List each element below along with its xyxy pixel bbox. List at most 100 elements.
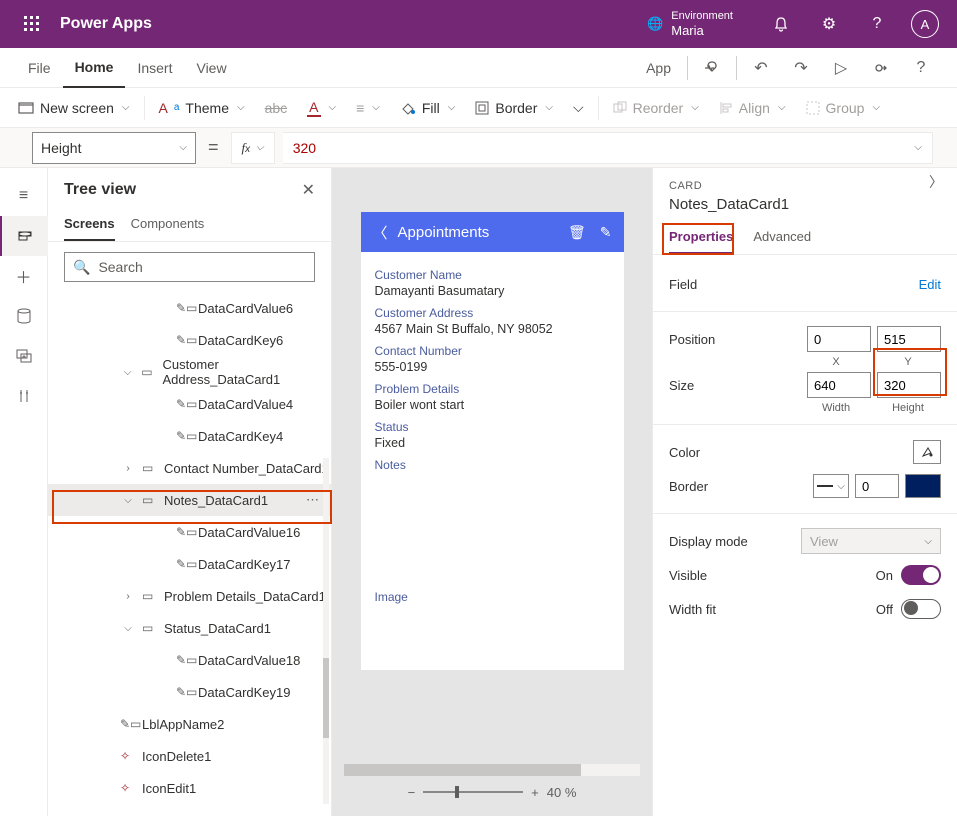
rail-hamburger-icon[interactable]: ≡ [0,176,48,216]
border-width-input[interactable] [855,474,899,498]
size-width-input[interactable] [807,372,871,398]
tree-item-datacardkey6[interactable]: ✎▭DataCardKey6 [48,324,331,356]
zoom-in-button[interactable]: + [531,785,539,800]
visible-label: Visible [669,568,707,583]
widthfit-toggle[interactable] [901,599,941,619]
problem-value: Boiler wont start [375,398,610,412]
position-x-input[interactable] [807,326,871,352]
canvas-preview[interactable]: 〈 Appointments 🗑 ✎ Customer Name Damayan… [361,212,624,670]
formula-input[interactable]: 320⌵ [283,132,933,164]
tree-item-datacardvalue6[interactable]: ✎▭DataCardValue6 [48,292,331,324]
tree-item-lblappname2[interactable]: ✎▭LblAppName2 [48,708,331,740]
back-icon[interactable]: 〈 [373,222,388,243]
display-mode-select[interactable]: View⌵ [801,528,941,554]
font-color-button[interactable]: A⌵ [297,88,346,128]
canvas-horizontal-scrollbar[interactable] [344,764,640,776]
tree-search-input[interactable]: 🔍 Search [64,252,315,282]
tree-item-customer-address[interactable]: ⌵▭Customer Address_DataCard1 [48,356,331,388]
tab-screens[interactable]: Screens [64,208,115,241]
environment-selector[interactable]: Environment Maria [671,10,733,39]
settings-icon[interactable]: ⚙ [805,0,853,48]
tree-item-datacardvalue18[interactable]: ✎▭DataCardValue18 [48,644,331,676]
notes-label: Notes [375,458,610,472]
theme-button[interactable]: Aa Theme⌵ [149,88,255,128]
close-tree-icon[interactable]: ✕ [302,180,315,200]
color-swatch[interactable] [913,440,941,464]
tree-item-contact-number[interactable]: ›▭Contact Number_DataCard1 [48,452,331,484]
environment-name: Maria [671,23,733,39]
health-icon[interactable] [692,48,732,88]
menu-home[interactable]: Home [63,48,126,88]
app-title: Power Apps [60,15,152,33]
next-control-icon[interactable]: 〉 [929,172,943,192]
property-selector[interactable]: Height⌵ [32,132,196,164]
color-label: Color [669,445,700,460]
custaddr-value: 4567 Main St Buffalo, NY 98052 [375,322,610,336]
edit-field-link[interactable]: Edit [919,277,941,292]
globe-icon: 🌐 [647,16,663,32]
environment-label: Environment [671,10,733,23]
props-title: Notes_DataCard1 [653,192,957,221]
custname-value: Damayanti Basumatary [375,284,610,298]
tree-item-status[interactable]: ⌵▭Status_DataCard1 [48,612,331,644]
more-icon[interactable]: ⋯ [306,492,319,508]
tree-item-notes-selected[interactable]: ⌵▭Notes_DataCard1⋯ [48,484,331,516]
fx-button[interactable]: fx⌵ [231,132,275,164]
size-label: Size [669,378,694,393]
tree-item-datacardkey17[interactable]: ✎▭DataCardKey17 [48,548,331,580]
zoom-slider[interactable] [423,791,523,793]
visible-value: On [876,568,893,583]
tree-scrollbar[interactable] [323,458,329,804]
tree-item-datacardvalue4[interactable]: ✎▭DataCardValue4 [48,388,331,420]
problem-label: Problem Details [375,382,610,396]
strikethrough-button[interactable]: abc [255,88,298,128]
tree-item-problem-details[interactable]: ›▭Problem Details_DataCard1 [48,580,331,612]
tree-item-datacardkey19[interactable]: ✎▭DataCardKey19 [48,676,331,708]
waffle-icon[interactable] [8,16,56,32]
props-kicker: CARD [653,180,957,192]
menu-app[interactable]: App [634,48,683,88]
reorder-button[interactable]: Reorder⌵ [603,88,709,128]
tab-advanced[interactable]: Advanced [753,221,811,254]
fill-button[interactable]: Fill⌵ [390,88,465,128]
tree-item-iconedit1[interactable]: ✧IconEdit1 [48,772,331,804]
delete-icon[interactable]: 🗑 [568,224,586,241]
rail-tools-icon[interactable] [0,376,48,416]
tree-item-datacardvalue16[interactable]: ✎▭DataCardValue16 [48,516,331,548]
border-button[interactable]: Border⌵ [465,88,563,128]
account-avatar[interactable]: A [901,0,949,48]
visible-toggle[interactable] [901,565,941,585]
rail-data-icon[interactable] [0,296,48,336]
menu-insert[interactable]: Insert [125,48,184,88]
border-label: Border [669,479,708,494]
tree-title: Tree view [64,181,136,199]
menu-file[interactable]: File [16,48,63,88]
tree-item-datacardkey4[interactable]: ✎▭DataCardKey4 [48,420,331,452]
menu-view[interactable]: View [184,48,238,88]
status-value: Fixed [375,436,610,450]
help-icon[interactable]: ? [853,0,901,48]
play-icon[interactable]: ▷ [821,48,861,88]
equals-sign: = [204,137,223,158]
undo-icon[interactable]: ↶ [741,48,781,88]
rail-insert-icon[interactable]: ＋ [0,256,48,296]
edit-icon[interactable]: ✎ [600,224,612,241]
group-button[interactable]: Group⌵ [796,88,891,128]
help-toolbar-icon[interactable]: ? [901,48,941,88]
contact-label: Contact Number [375,344,610,358]
more-toolbar-button[interactable]: ⌵ [563,88,594,128]
zoom-out-button[interactable]: − [408,785,416,800]
align-objects-button[interactable]: Align⌵ [709,88,796,128]
tab-components[interactable]: Components [131,208,205,241]
align-button[interactable]: ≡⌵ [346,88,390,128]
border-style-select[interactable]: ⌵ [813,474,849,498]
redo-icon[interactable]: ↷ [781,48,821,88]
share-icon[interactable] [861,48,901,88]
zoom-percent: 40 % [547,785,577,800]
border-color-swatch[interactable] [905,474,941,498]
rail-media-icon[interactable] [0,336,48,376]
notifications-icon[interactable] [757,0,805,48]
tree-item-icondelete1[interactable]: ✧IconDelete1 [48,740,331,772]
rail-tree-icon[interactable] [0,216,48,256]
new-screen-button[interactable]: New screen⌵ [8,88,140,128]
